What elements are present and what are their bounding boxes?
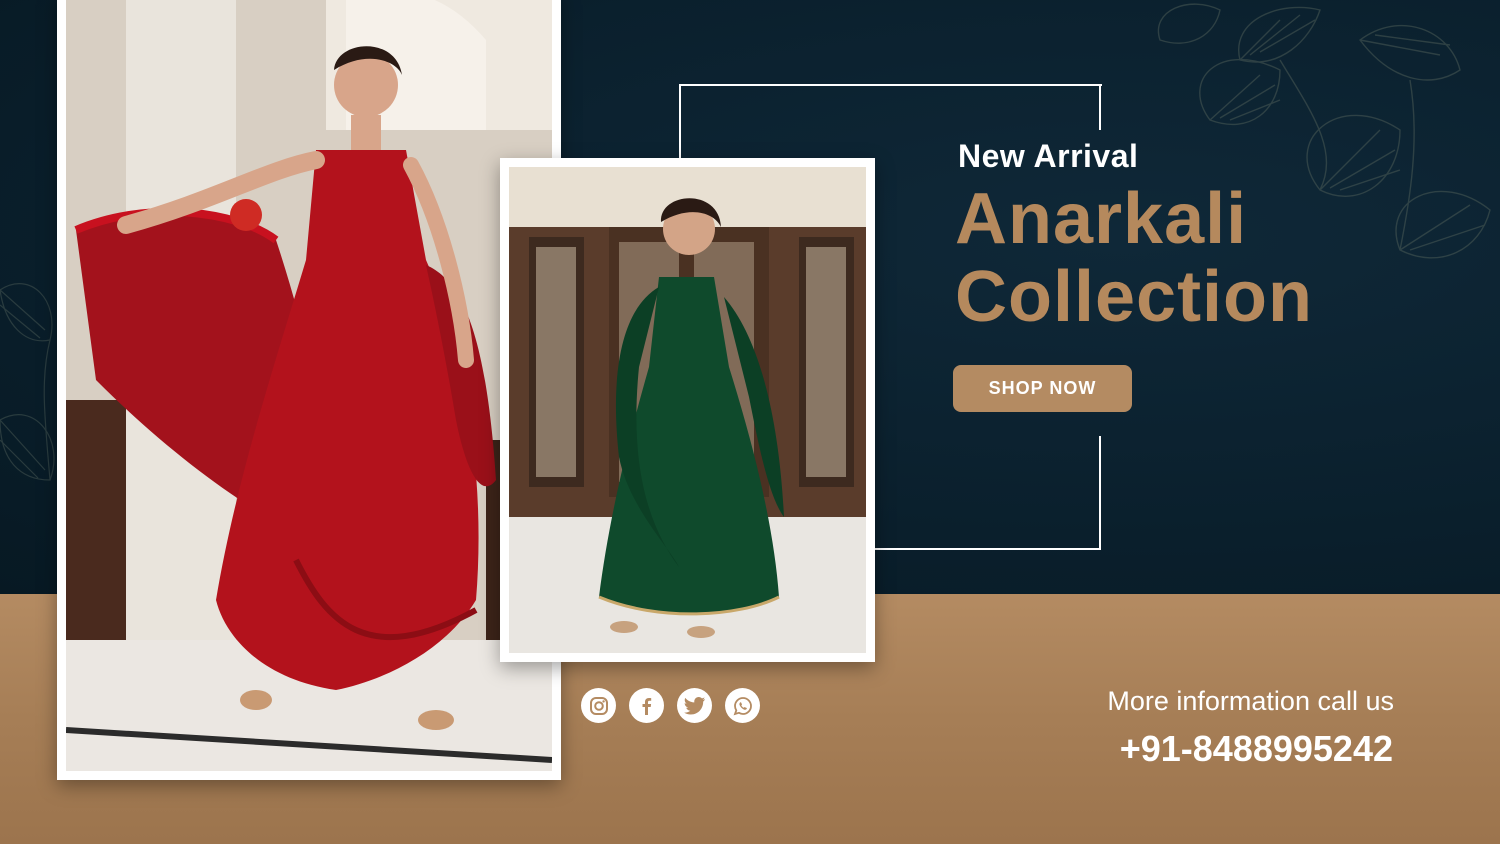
twitter-icon[interactable]: [677, 688, 712, 723]
collection-title: Anarkali Collection: [955, 180, 1313, 336]
instagram-icon[interactable]: [581, 688, 616, 723]
social-links: [581, 688, 760, 723]
shop-now-button[interactable]: SHOP NOW: [953, 365, 1132, 412]
red-anarkali-photo[interactable]: [66, 0, 552, 771]
frame-line-bottom: [875, 548, 1101, 550]
frame-line-right-lower: [1099, 436, 1101, 550]
facebook-icon[interactable]: [629, 688, 664, 723]
green-anarkali-photo[interactable]: [509, 167, 866, 653]
contact-phone[interactable]: +91-8488995242: [1120, 728, 1393, 770]
contact-label: More information call us: [1107, 686, 1394, 716]
collection-title-line1: Anarkali: [955, 179, 1248, 259]
frame-line-left: [679, 84, 681, 160]
collection-title-line2: Collection: [955, 257, 1314, 337]
frame-line-right-upper: [1099, 84, 1101, 130]
red-anarkali-photo-frame: [57, 0, 561, 780]
frame-line-top: [679, 84, 1102, 86]
green-anarkali-photo-frame: [500, 158, 875, 662]
eyebrow-text: New Arrival: [958, 138, 1139, 174]
whatsapp-icon[interactable]: [725, 688, 760, 723]
